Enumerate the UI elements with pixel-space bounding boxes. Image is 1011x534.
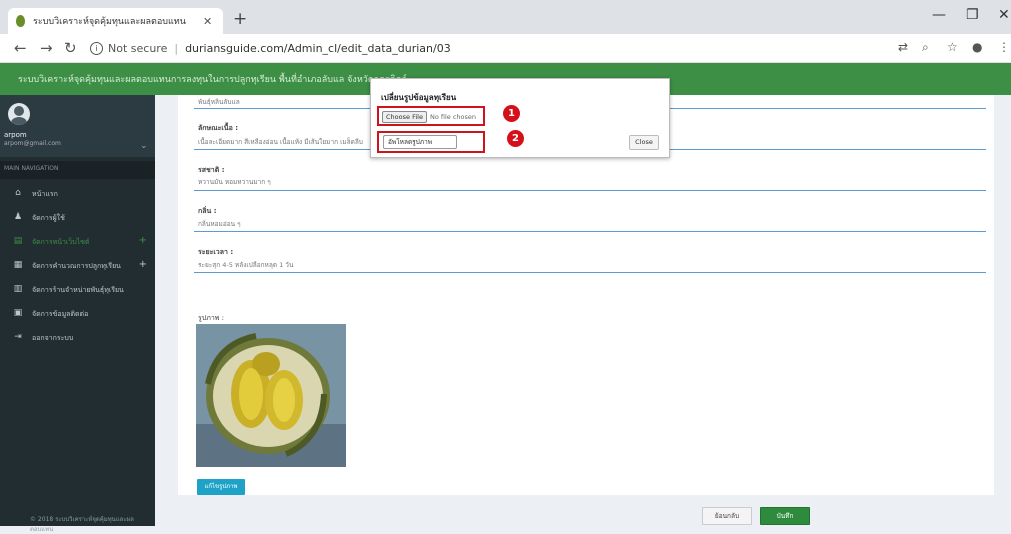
sidebar-item-label: ออกจากระบบ — [32, 334, 74, 342]
plus-icon: + — [138, 259, 147, 270]
field-value: เนื้อละเอียดมาก สีเหลืองอ่อน เนื้อแห้ง ม… — [198, 138, 363, 146]
translate-icon[interactable]: ⇄ — [898, 40, 908, 54]
durian-favicon-icon — [16, 15, 25, 27]
sidebar-item-label: จัดการหน้าเว็บไซต์ — [32, 238, 90, 246]
sidebar-item-label: จัดการข้อมูลติดต่อ — [32, 310, 89, 318]
modal-title: เปลี่ยนรูปข้อมูลทุเรียน — [381, 93, 457, 102]
restore-icon[interactable]: ❐ — [966, 7, 979, 23]
browser-tab[interactable]: ระบบวิเคราะห์จุดคุ้มทุนและผลตอบแทน ✕ — [8, 8, 223, 34]
sidebar-item-logout[interactable]: ⇥ ออกจากระบบ — [0, 327, 155, 349]
url-field[interactable]: i Not secure | duriansguide.com/Admin_cl… — [90, 38, 880, 58]
step-badge-2: 2 — [507, 130, 524, 147]
profile-icon[interactable]: ● — [972, 40, 982, 54]
reload-icon[interactable]: ↻ — [64, 39, 77, 57]
field-underline[interactable] — [194, 231, 986, 232]
sidebar-footer: © 2018 ระบบวิเคราะห์จุดคุ้มทุนและผลตอบแท… — [0, 510, 155, 533]
plus-icon: + — [138, 235, 147, 246]
sidebar-item-label: จัดการร้านจำหน่ายพันธุ์ทุเรียน — [32, 286, 124, 294]
step-badge-1: 1 — [503, 105, 520, 122]
durian-image — [196, 324, 346, 467]
logout-icon: ⇥ — [14, 332, 22, 342]
field-value: พันธุ์หลินลับแล — [198, 98, 240, 106]
sidebar-item-contact[interactable]: ▣ จัดการข้อมูลติดต่อ — [0, 303, 155, 325]
sidebar-item-calculation[interactable]: ▦ จัดการคำนวณการปลูกทุเรียน + — [0, 255, 155, 277]
field-value: ระยะสุก 4-5 หลังเปลือกหลุด 1 วัน — [198, 261, 294, 269]
sidebar: arpom arpom@gmail.com ⌄ MAIN NAVIGATION … — [0, 95, 155, 533]
info-icon[interactable]: i — [90, 41, 103, 55]
image-label: รูปภาพ : — [198, 314, 224, 322]
field-underline[interactable] — [194, 190, 986, 191]
footer-text: © 2018 ระบบวิเคราะห์จุดคุ้มทุนและผลตอบแท… — [30, 516, 134, 533]
back-arrow-icon[interactable]: ← — [14, 39, 27, 57]
field-value: หวานมัน หอมหวานมาก ๆ — [198, 178, 271, 186]
table-icon: ▤ — [13, 236, 23, 246]
user-email: arpom@gmail.com — [4, 140, 61, 147]
nav-header: MAIN NAVIGATION — [0, 161, 155, 179]
url-text: duriansguide.com/Admin_cl/edit_data_duri… — [185, 41, 451, 55]
sidebar-item-label: จัดการคำนวณการปลูกทุเรียน — [32, 262, 121, 270]
menu-dots-icon[interactable]: ⋮ — [998, 40, 1010, 54]
url-separator: | — [174, 41, 179, 55]
change-image-modal: เปลี่ยนรูปข้อมูลทุเรียน Choose File No f… — [370, 78, 670, 158]
window-close-icon[interactable]: ✕ — [998, 7, 1010, 23]
sidebar-item-stores[interactable]: ▥ จัดการร้านจำหน่ายพันธุ์ทุเรียน — [0, 279, 155, 301]
change-image-button[interactable]: แก้ไขรูปภาพ — [197, 479, 245, 495]
field-value: กลิ่นหอมอ่อน ๆ — [198, 220, 241, 228]
tab-title: ระบบวิเคราะห์จุดคุ้มทุนและผลตอบแทน — [33, 17, 186, 27]
field-label: ลักษณะเนื้อ : — [198, 124, 239, 132]
tab-close-icon[interactable]: ✕ — [203, 15, 212, 28]
chat-icon: ▣ — [13, 308, 23, 318]
avatar — [8, 103, 30, 125]
user-panel: arpom arpom@gmail.com ⌄ — [0, 95, 155, 157]
close-button[interactable]: Close — [629, 135, 659, 150]
app-title: ระบบวิเคราะห์จุดคุ้มทุนและผลตอบแทนการลงท… — [18, 75, 407, 85]
new-tab-icon[interactable]: + — [233, 9, 247, 29]
field-underline[interactable] — [194, 272, 986, 273]
bookmark-star-icon[interactable]: ☆ — [947, 40, 958, 54]
chevron-down-icon[interactable]: ⌄ — [140, 141, 148, 151]
durian-photo-icon — [196, 324, 346, 467]
store-icon: ▥ — [13, 284, 23, 294]
forward-arrow-icon[interactable]: → — [40, 39, 53, 57]
sidebar-item-label: หน้าแรก — [32, 190, 58, 198]
back-button[interactable]: ย้อนกลับ — [702, 507, 752, 525]
home-icon: ⌂ — [15, 188, 21, 198]
browser-tabstrip: ระบบวิเคราะห์จุดคุ้มทุนและผลตอบแทน ✕ + —… — [0, 0, 1011, 34]
address-bar: ← → ↻ i Not secure | duriansguide.com/Ad… — [0, 34, 1011, 63]
user-icon: ♟ — [13, 212, 23, 222]
security-label: Not secure — [108, 41, 168, 55]
sidebar-item-home[interactable]: ⌂ หน้าแรก — [0, 183, 155, 205]
zoom-icon[interactable]: ⌕ — [922, 40, 929, 55]
calculator-icon: ▦ — [13, 260, 23, 270]
field-label: รสชาติ : — [198, 166, 225, 174]
sidebar-item-website[interactable]: ▤ จัดการหน้าเว็บไซต์ + — [0, 231, 155, 253]
highlight-box-1 — [377, 106, 485, 126]
user-name: arpom — [4, 131, 27, 139]
sidebar-item-users[interactable]: ♟ จัดการผู้ใช้ — [0, 207, 155, 229]
minimize-icon[interactable]: — — [932, 7, 946, 23]
field-label: กลิ่น : — [198, 207, 217, 215]
highlight-box-2 — [377, 131, 485, 153]
field-label: ระยะเวลา : — [198, 248, 234, 256]
sidebar-item-label: จัดการผู้ใช้ — [32, 214, 65, 222]
nav-header-label: MAIN NAVIGATION — [4, 165, 59, 172]
save-button[interactable]: บันทึก — [760, 507, 810, 525]
